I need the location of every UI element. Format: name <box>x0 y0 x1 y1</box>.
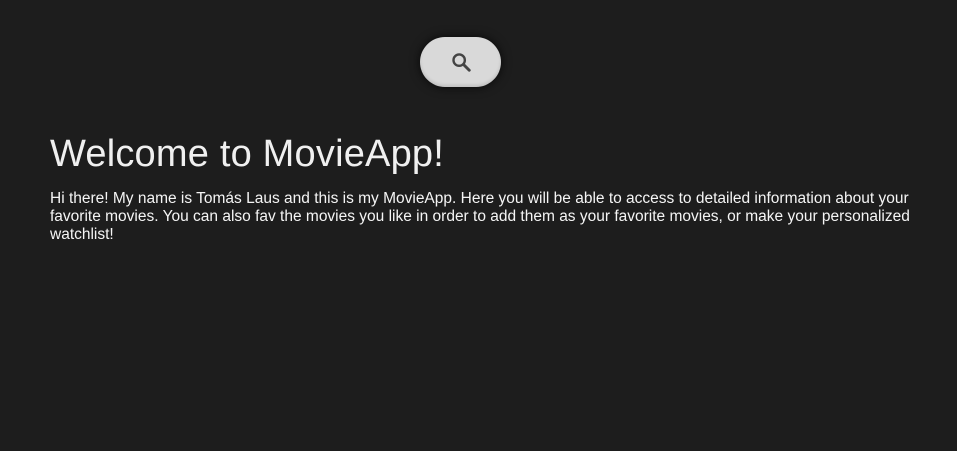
search-button[interactable] <box>420 37 501 87</box>
intro-text: Hi there! My name is Tomás Laus and this… <box>50 190 910 243</box>
main-content: Welcome to MovieApp! Hi there! My name i… <box>50 130 910 244</box>
page-title: Welcome to MovieApp! <box>50 133 445 175</box>
magnifying-glass-icon <box>450 51 472 73</box>
